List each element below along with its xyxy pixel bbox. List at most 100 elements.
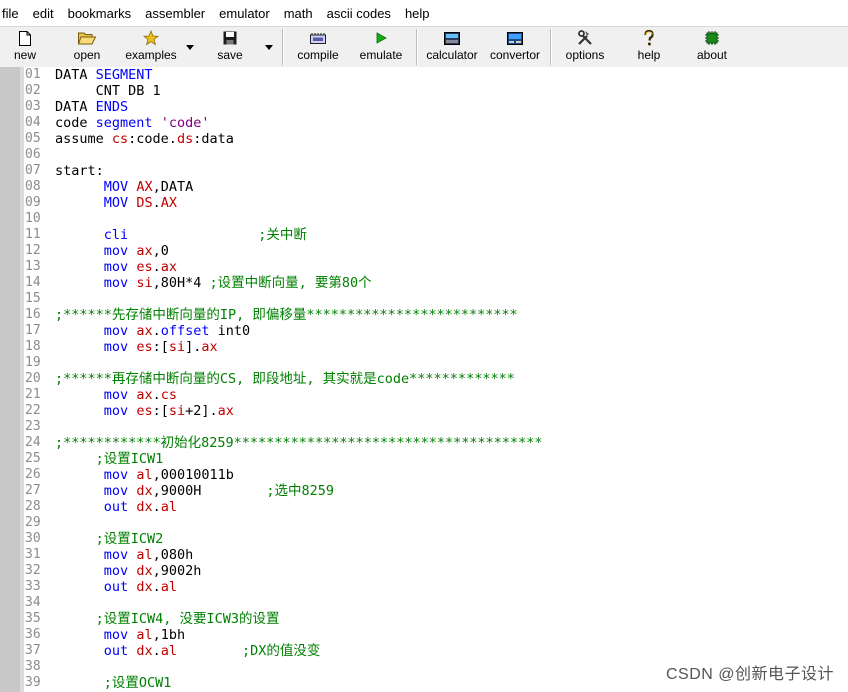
code-line: out dx.al ;DX的值没变 bbox=[55, 643, 845, 659]
line-number: 25 bbox=[25, 451, 41, 466]
line-number: 23 bbox=[25, 419, 41, 434]
code-token: AX bbox=[160, 195, 177, 211]
code-token: al bbox=[136, 467, 153, 483]
code-token: assume bbox=[55, 131, 112, 147]
folder-open-icon bbox=[78, 30, 96, 46]
menu-ascii-codes[interactable]: ascii codes bbox=[320, 6, 398, 21]
code-token: 'code' bbox=[160, 115, 210, 131]
code-editor[interactable]: 01 02 03 04 05 06 07 08 09 10 11 12 13 14 15 16 17 18 19 20… bbox=[0, 67, 848, 692]
code-token: . bbox=[152, 195, 161, 211]
toolbar-separator bbox=[282, 29, 284, 65]
code-token: mov bbox=[103, 339, 129, 355]
code-line: ;设置ICW4, 没要ICW3的设置 bbox=[55, 611, 845, 627]
open-button[interactable]: open bbox=[68, 27, 106, 67]
examples-button[interactable]: examples bbox=[120, 27, 182, 67]
compile-label: compile bbox=[297, 48, 339, 62]
code-token: mov bbox=[103, 259, 129, 275]
code-token: ax bbox=[136, 243, 153, 259]
help-button[interactable]: help bbox=[631, 27, 667, 67]
new-button[interactable]: new bbox=[8, 27, 42, 67]
convertor-button[interactable]: convertor bbox=[486, 27, 544, 67]
line-number: 37 bbox=[25, 643, 41, 658]
code-area[interactable]: DATA SEGMENT CNT DB 1 DATA ENDS code segme… bbox=[55, 67, 845, 691]
line-number: 28 bbox=[25, 499, 41, 514]
save-dropdown-icon[interactable] bbox=[265, 45, 273, 50]
code-token: ax bbox=[136, 323, 153, 339]
menu-file[interactable]: file bbox=[0, 6, 26, 21]
code-token: mov bbox=[103, 467, 129, 483]
menu-emulator[interactable]: emulator bbox=[212, 6, 277, 21]
code-token: :[ bbox=[152, 403, 169, 419]
toolbar-separator bbox=[416, 29, 418, 65]
line-number: 34 bbox=[25, 595, 41, 610]
line-number: 36 bbox=[25, 627, 41, 642]
code-line: MOV DS.AX bbox=[55, 195, 845, 211]
code-line: mov es:[si+2].ax bbox=[55, 403, 845, 419]
line-number: 06 bbox=[25, 147, 41, 162]
code-line: ;******再存储中断向量的CS, 即段地址, 其实就是code*******… bbox=[55, 371, 845, 387]
toolbar-separator bbox=[550, 29, 552, 65]
code-token: MOV bbox=[103, 195, 129, 211]
compile-button[interactable]: compile bbox=[292, 27, 344, 67]
menu-edit[interactable]: edit bbox=[26, 6, 61, 21]
help-label: help bbox=[637, 48, 661, 62]
menu-assembler[interactable]: assembler bbox=[138, 6, 212, 21]
line-number: 03 bbox=[25, 99, 41, 114]
code-line: cli ;关中断 bbox=[55, 227, 845, 243]
menu-bookmarks[interactable]: bookmarks bbox=[61, 6, 139, 21]
line-number: 21 bbox=[25, 387, 41, 402]
emulate-button[interactable]: emulate bbox=[354, 27, 408, 67]
menu-math[interactable]: math bbox=[277, 6, 320, 21]
code-token: cs bbox=[111, 131, 129, 147]
code-line: out dx.al bbox=[55, 579, 845, 595]
code-token: ,DATA bbox=[152, 179, 194, 195]
line-number: 14 bbox=[25, 275, 41, 290]
line-number: 12 bbox=[25, 243, 41, 258]
calculator-button[interactable]: calculator bbox=[422, 27, 482, 67]
code-line: mov si,80H*4 ;设置中断向量, 要第80个 bbox=[55, 275, 845, 291]
code-token: ,9000H bbox=[152, 483, 267, 499]
open-label: open bbox=[73, 48, 101, 62]
calculator-icon bbox=[443, 30, 461, 46]
code-token: ,80H*4 bbox=[152, 275, 210, 291]
code-token: si bbox=[136, 275, 153, 291]
code-token: cs bbox=[160, 387, 177, 403]
code-token: mov bbox=[103, 547, 129, 563]
code-token: :code. bbox=[128, 131, 177, 147]
code-token: si bbox=[168, 403, 186, 419]
floppy-disk-icon bbox=[221, 30, 239, 46]
code-token: MOV bbox=[103, 179, 129, 195]
save-button[interactable]: save bbox=[214, 27, 246, 67]
examples-dropdown-icon[interactable] bbox=[186, 45, 194, 50]
options-button[interactable]: options bbox=[561, 27, 609, 67]
line-numbers: 01 02 03 04 05 06 07 08 09 10 11 12 13 14 15 16 17 18 19 20… bbox=[24, 67, 48, 691]
about-button[interactable]: about bbox=[692, 27, 732, 67]
line-number: 04 bbox=[25, 115, 41, 130]
code-token: ax bbox=[160, 259, 177, 275]
code-line: ;设置ICW2 bbox=[55, 531, 845, 547]
code-token: +2]. bbox=[185, 403, 218, 419]
code-line: mov es:[si].ax bbox=[55, 339, 845, 355]
menu-help[interactable]: help bbox=[398, 6, 437, 21]
code-token: ;设置ICW2 bbox=[95, 531, 164, 547]
code-token: dx bbox=[136, 563, 153, 579]
code-token: DATA bbox=[55, 99, 96, 115]
code-token: ,0 bbox=[152, 243, 169, 259]
line-number: 11 bbox=[25, 227, 41, 242]
code-token: ,00010011b bbox=[152, 467, 234, 483]
code-token: dx bbox=[136, 643, 153, 659]
watermark: CSDN @创新电子设计 bbox=[665, 666, 834, 683]
emulate-label: emulate bbox=[359, 48, 403, 62]
code-token: mov bbox=[103, 403, 129, 419]
